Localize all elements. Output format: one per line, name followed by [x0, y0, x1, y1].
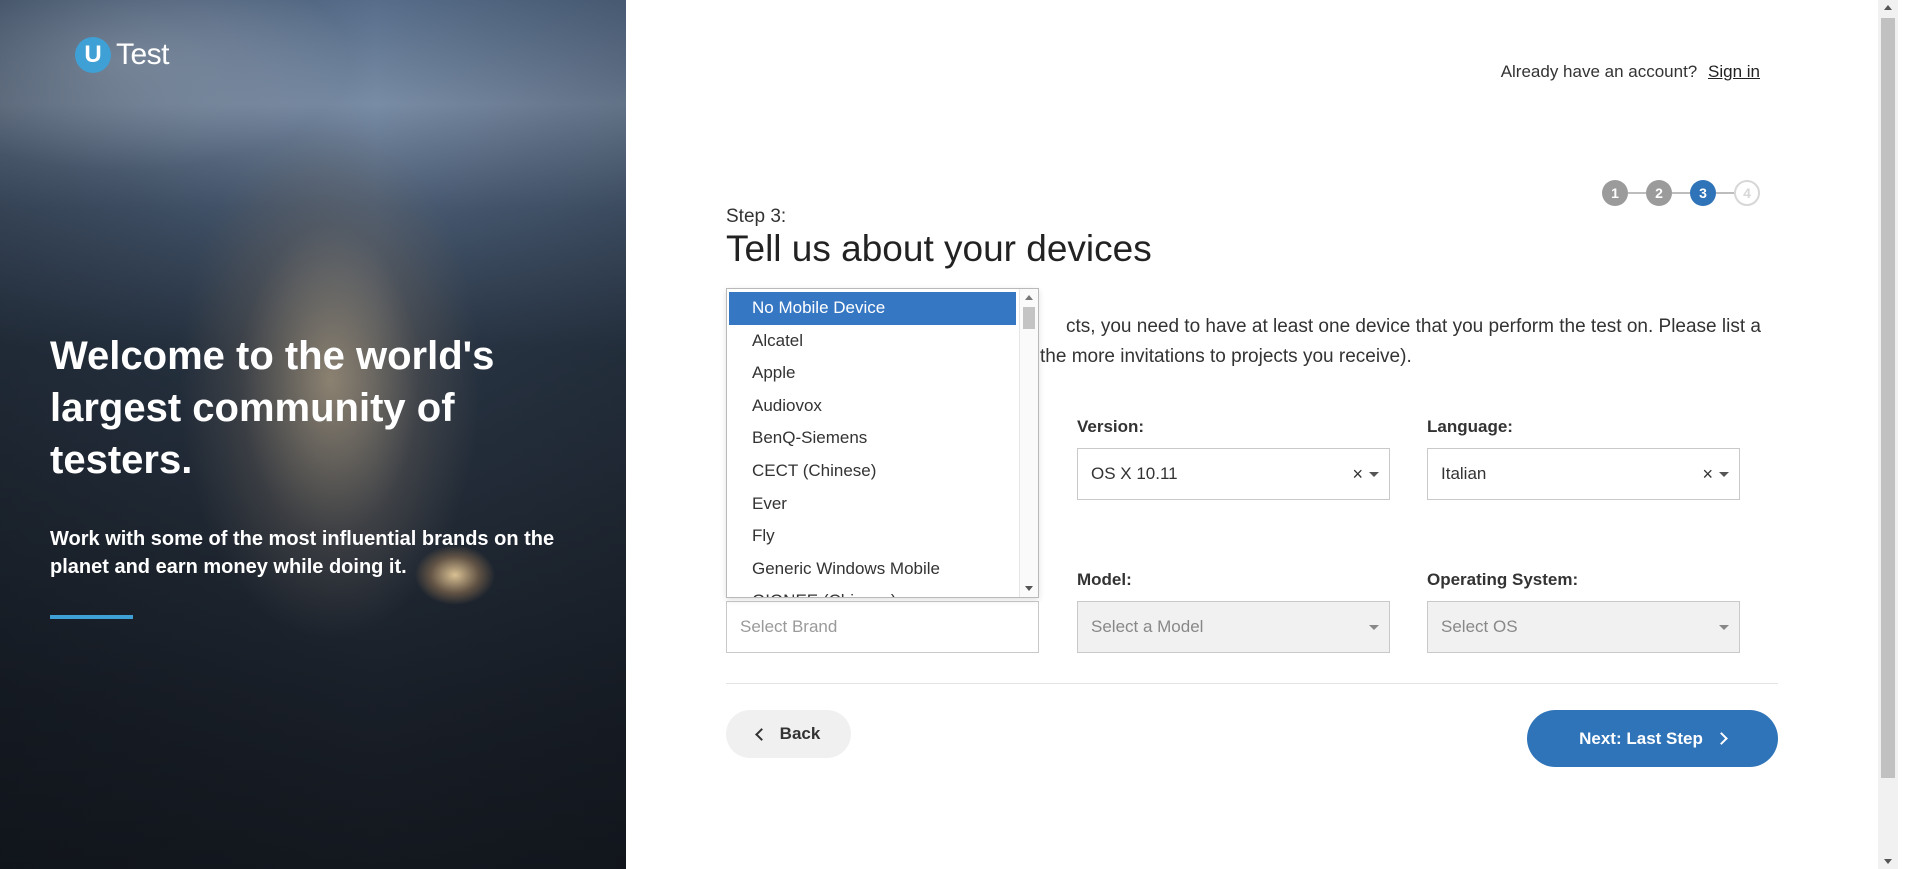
step-label: Step 3:: [726, 206, 787, 227]
hero-title: Welcome to the world's largest community…: [50, 334, 495, 482]
brand-option[interactable]: BenQ-Siemens: [727, 422, 1016, 455]
signin-prompt: Already have an account? Sign in: [1501, 62, 1760, 82]
step-connector: [1716, 192, 1734, 194]
step-progress: 1 2 3 4: [1602, 180, 1760, 206]
language-select[interactable]: Italian ×: [1427, 448, 1740, 500]
scroll-down-icon[interactable]: [1025, 586, 1033, 591]
logo-mark: U: [75, 37, 111, 73]
clear-icon[interactable]: ×: [1352, 464, 1363, 485]
step-4-indicator: 4: [1734, 180, 1760, 206]
brand-placeholder: Select Brand: [740, 617, 838, 636]
hero-panel: U Test Welcome to the world's largest co…: [0, 0, 626, 869]
page-title: Tell us about your devices: [726, 228, 1152, 269]
brand-option[interactable]: CECT (Chinese): [727, 455, 1016, 488]
brand-option[interactable]: Apple: [727, 357, 1016, 390]
brand-option[interactable]: GIONEE (Chinese): [727, 585, 1016, 597]
brand-option[interactable]: Alcatel: [727, 325, 1016, 358]
os-select[interactable]: Select OS: [1427, 601, 1740, 653]
next-button[interactable]: Next: Last Step: [1527, 710, 1778, 767]
step-connector: [1672, 192, 1690, 194]
os-label: Operating System:: [1427, 570, 1579, 589]
brand-option[interactable]: Fly: [727, 520, 1016, 553]
model-placeholder: Select a Model: [1091, 617, 1204, 636]
signin-link[interactable]: Sign in: [1708, 62, 1760, 81]
chevron-left-icon: [754, 727, 768, 741]
brand-option[interactable]: Generic Windows Mobile: [727, 553, 1016, 586]
next-label: Next: Last Step: [1579, 728, 1703, 748]
account-prompt-text: Already have an account?: [1500, 62, 1698, 81]
chevron-down-icon[interactable]: [1369, 624, 1379, 630]
step-1-indicator: 1: [1602, 180, 1628, 206]
os-placeholder: Select OS: [1441, 617, 1518, 636]
hero-accent-bar: [50, 615, 133, 619]
language-label: Language:: [1427, 417, 1513, 436]
clear-icon[interactable]: ×: [1702, 464, 1713, 485]
brand-option[interactable]: Ever: [727, 488, 1016, 521]
version-label: Version:: [1077, 417, 1145, 436]
form-divider: [726, 683, 1778, 684]
chevron-down-icon[interactable]: [1369, 471, 1379, 477]
version-value: OS X 10.11: [1091, 464, 1178, 483]
scroll-thumb[interactable]: [1881, 18, 1895, 778]
chevron-down-icon[interactable]: [1719, 471, 1729, 477]
hero-subtitle: Work with some of the most influential b…: [50, 528, 555, 578]
brand-dropdown-list[interactable]: No Mobile Device Alcatel Apple Audiovox …: [726, 288, 1039, 598]
model-label: Model:: [1077, 570, 1132, 589]
page-scrollbar[interactable]: [1878, 0, 1898, 869]
chevron-down-icon[interactable]: [1719, 624, 1729, 630]
scroll-thumb[interactable]: [1023, 307, 1035, 329]
chevron-right-icon: [1715, 732, 1728, 745]
language-value: Italian: [1441, 464, 1487, 483]
step-3-indicator: 3: [1690, 180, 1716, 206]
brand-option[interactable]: Audiovox: [727, 390, 1016, 423]
model-select[interactable]: Select a Model: [1077, 601, 1390, 653]
scroll-up-icon[interactable]: [1025, 295, 1033, 300]
version-select[interactable]: OS X 10.11 ×: [1077, 448, 1390, 500]
utest-logo[interactable]: U Test: [75, 37, 170, 73]
brand-option[interactable]: No Mobile Device: [729, 292, 1016, 325]
scroll-up-icon[interactable]: [1884, 5, 1892, 10]
brand-select[interactable]: Select Brand: [726, 601, 1039, 653]
back-label: Back: [779, 724, 821, 743]
back-button[interactable]: Back: [726, 710, 851, 758]
logo-wordmark: Test: [116, 38, 170, 71]
scroll-down-icon[interactable]: [1884, 859, 1892, 864]
dropdown-scrollbar[interactable]: [1019, 289, 1038, 597]
step-connector: [1628, 192, 1646, 194]
step-2-indicator: 2: [1646, 180, 1672, 206]
